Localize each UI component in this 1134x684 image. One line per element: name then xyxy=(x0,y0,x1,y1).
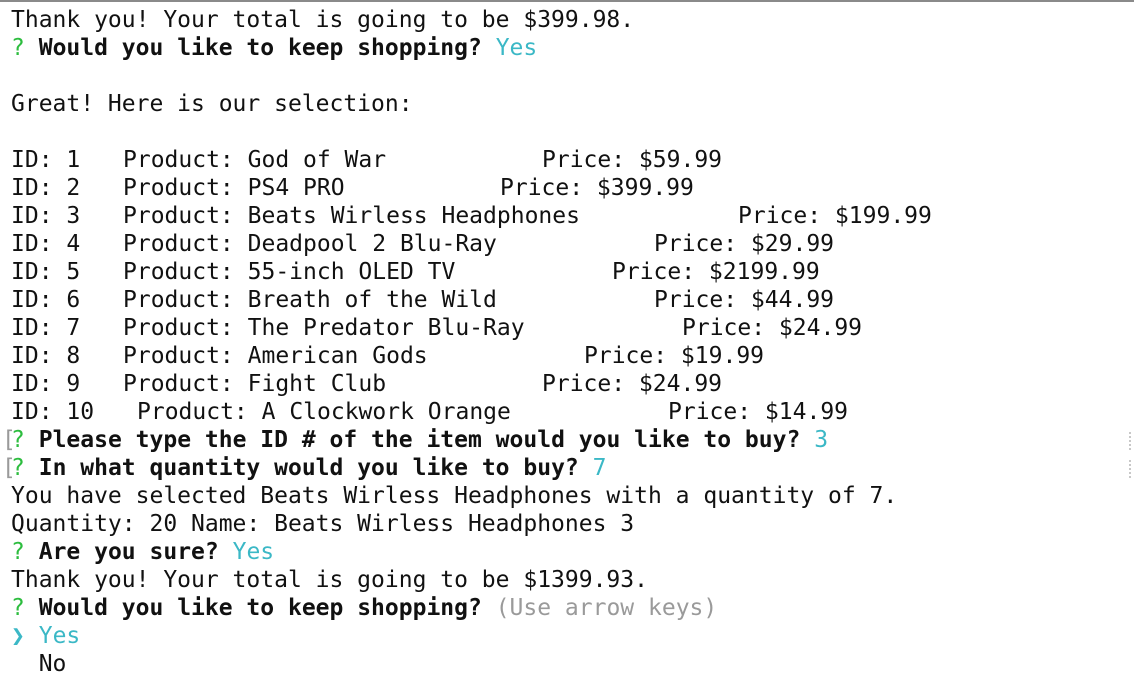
prompt-question-mark: ? xyxy=(11,539,25,565)
product-id: ID: 4 xyxy=(11,231,81,257)
product-id: ID: 6 xyxy=(11,287,81,313)
id-question: Please type the ID # of the item would y… xyxy=(38,427,801,453)
product-row: ID: 9 Product: Fight Club Price: $24.99 xyxy=(11,370,1126,398)
id-answer: 3 xyxy=(814,427,829,453)
keep-shopping-question: Would you like to keep shopping? xyxy=(38,35,482,61)
quantity-answer: 7 xyxy=(592,455,607,481)
arrow-keys-hint: (Use arrow keys) xyxy=(495,595,718,621)
keep-shopping-prompt-2: ? Would you like to keep shopping? (Use … xyxy=(11,594,1126,622)
product-id: ID: 5 xyxy=(11,259,81,285)
product-row: ID: 1 Product: God of War Price: $59.99 xyxy=(11,146,1126,174)
product-price: Price: $399.99 xyxy=(500,175,694,201)
product-price: Price: $59.99 xyxy=(542,147,723,173)
product-name: Product: The Predator Blu-Ray xyxy=(123,315,525,341)
product-name: Product: 55-inch OLED TV xyxy=(123,259,456,285)
product-price: Price: $44.99 xyxy=(654,287,835,313)
prompt-question-mark: ? xyxy=(11,595,25,621)
product-name: Product: PS4 PRO xyxy=(123,175,345,201)
total-line-1: Thank you! Your total is going to be $39… xyxy=(11,6,1126,34)
product-row: ID: 3 Product: Beats Wirless Headphones Pr… xyxy=(11,202,1126,230)
confirm-question: Are you sure? xyxy=(38,539,219,565)
product-row: ID: 10 Product: A Clockwork Orange Price: … xyxy=(11,398,1126,426)
pointer-icon: ❯ xyxy=(11,623,25,649)
selection-heading-text: Great! Here is our selection: xyxy=(11,91,413,117)
total-text-2: Thank you! Your total is going to be $13… xyxy=(11,567,648,593)
product-row: ID: 5 Product: 55-inch OLED TV Price: $219… xyxy=(11,258,1126,286)
window-top-border xyxy=(0,0,1134,2)
confirm-prompt: ? Are you sure? Yes xyxy=(11,538,1126,566)
product-id: ID: 9 xyxy=(11,371,81,397)
product-id: ID: 1 xyxy=(11,147,81,173)
product-name: Product: Deadpool 2 Blu-Ray xyxy=(123,231,497,257)
option-yes[interactable]: ❯ Yes xyxy=(11,622,1126,650)
product-name: Product: American Gods xyxy=(123,343,428,369)
product-price: Price: $14.99 xyxy=(668,399,849,425)
product-row: ID: 4 Product: Deadpool 2 Blu-Ray Price: $… xyxy=(11,230,1126,258)
option-yes-label[interactable]: Yes xyxy=(39,623,81,649)
product-price: Price: $24.99 xyxy=(682,315,863,341)
scroll-marker xyxy=(1129,460,1134,478)
product-price: Price: $2199.99 xyxy=(612,259,820,285)
product-price: Price: $29.99 xyxy=(654,231,835,257)
product-id: ID: 10 xyxy=(11,399,95,425)
product-name: Product: Beats Wirless Headphones xyxy=(123,203,580,229)
product-name: Product: God of War xyxy=(123,147,387,173)
selection-heading: Great! Here is our selection: xyxy=(11,90,1126,118)
keep-shopping-question: Would you like to keep shopping? xyxy=(38,595,482,621)
product-row: ID: 8 Product: American Gods Price: $19.99 xyxy=(11,342,1126,370)
quantity-question: In what quantity would you like to buy? xyxy=(38,455,579,481)
id-prompt: [? Please type the ID # of the item woul… xyxy=(2,426,1126,454)
product-row: ID: 2 Product: PS4 PRO Price: $399.99 xyxy=(11,174,1126,202)
product-price: Price: $24.99 xyxy=(542,371,723,397)
option-no-label[interactable]: No xyxy=(39,651,67,677)
total-line-2: Thank you! Your total is going to be $13… xyxy=(11,566,1126,594)
selected-line: You have selected Beats Wirless Headphon… xyxy=(11,482,1126,510)
product-id: ID: 3 xyxy=(11,203,81,229)
keep-shopping-answer: Yes xyxy=(495,35,538,61)
product-row: ID: 7 Product: The Predator Blu-Ray Price:… xyxy=(11,314,1126,342)
bracket-marker: [ xyxy=(2,427,16,453)
product-id: ID: 2 xyxy=(11,175,81,201)
prompt-question-mark: ? xyxy=(11,35,25,61)
terminal-output: Thank you! Your total is going to be $39… xyxy=(2,6,1126,678)
product-id: ID: 7 xyxy=(11,315,81,341)
product-price: Price: $19.99 xyxy=(584,343,765,369)
confirm-answer: Yes xyxy=(232,539,275,565)
product-name: Product: A Clockwork Orange xyxy=(137,399,511,425)
quantity-name-text: Quantity: 20 Name: Beats Wirless Headpho… xyxy=(11,511,635,537)
product-price: Price: $199.99 xyxy=(738,203,932,229)
quantity-name-line: Quantity: 20 Name: Beats Wirless Headpho… xyxy=(11,510,1126,538)
product-id: ID: 8 xyxy=(11,343,81,369)
selected-text: You have selected Beats Wirless Headphon… xyxy=(11,483,898,509)
total-text-1: Thank you! Your total is going to be $39… xyxy=(11,7,635,33)
product-name: Product: Fight Club xyxy=(123,371,387,397)
bracket-marker: [ xyxy=(2,455,16,481)
product-name: Product: Breath of the Wild xyxy=(123,287,497,313)
quantity-prompt: [? In what quantity would you like to bu… xyxy=(2,454,1126,482)
scroll-marker xyxy=(1129,432,1134,450)
keep-shopping-prompt-1: ? Would you like to keep shopping? Yes xyxy=(11,34,1126,62)
option-no[interactable]: No xyxy=(11,650,1126,678)
product-row: ID: 6 Product: Breath of the Wild Price: $… xyxy=(11,286,1126,314)
